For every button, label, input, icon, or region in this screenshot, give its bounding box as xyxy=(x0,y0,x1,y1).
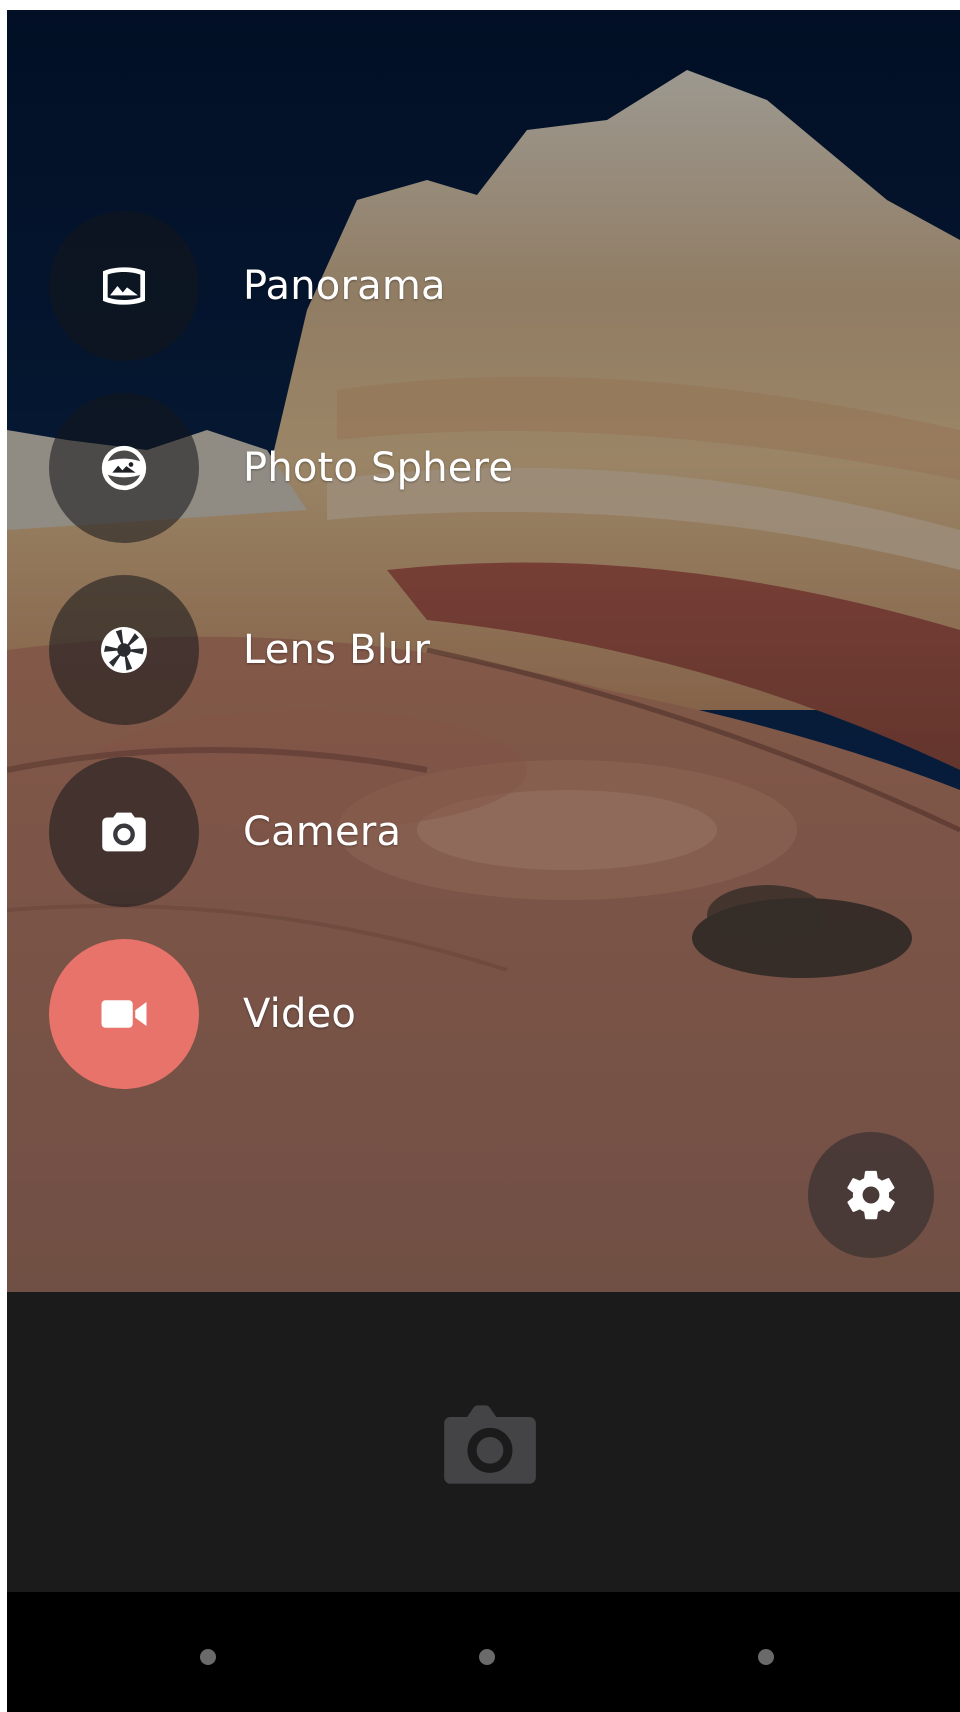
mode-label: Photo Sphere xyxy=(243,445,514,491)
gear-icon xyxy=(847,1170,895,1220)
mode-photo-sphere[interactable]: Photo Sphere xyxy=(49,393,513,543)
panorama-icon xyxy=(103,267,145,305)
mode-label: Panorama xyxy=(243,263,446,309)
mode-label: Camera xyxy=(243,809,402,855)
videocam-icon xyxy=(101,1000,147,1028)
mode-circle-active xyxy=(49,939,199,1089)
photo-sphere-icon xyxy=(101,445,147,491)
left-edge xyxy=(0,0,7,1712)
camera-icon xyxy=(102,812,146,852)
mode-circle xyxy=(49,393,199,543)
navigation-bar xyxy=(7,1592,960,1712)
settings-button[interactable] xyxy=(808,1132,934,1258)
mode-camera[interactable]: Camera xyxy=(49,757,401,907)
mode-label: Lens Blur xyxy=(243,627,431,673)
shutter-camera-icon[interactable] xyxy=(440,1396,540,1488)
mode-circle xyxy=(49,575,199,725)
bottom-control-panel xyxy=(7,1292,960,1592)
nav-home-dot[interactable] xyxy=(479,1649,495,1665)
nav-back-dot[interactable] xyxy=(200,1649,216,1665)
mode-panorama[interactable]: Panorama xyxy=(49,211,446,361)
nav-recents-dot[interactable] xyxy=(758,1649,774,1665)
mode-circle xyxy=(49,757,199,907)
lens-blur-icon xyxy=(101,627,147,673)
mode-video[interactable]: Video xyxy=(49,939,356,1089)
mode-lens-blur[interactable]: Lens Blur xyxy=(49,575,430,725)
top-edge xyxy=(0,0,960,10)
mode-circle xyxy=(49,211,199,361)
camera-app-screen: Panorama Photo Sphere Lens Blur Camera V… xyxy=(0,0,960,1712)
mode-label: Video xyxy=(243,991,357,1037)
